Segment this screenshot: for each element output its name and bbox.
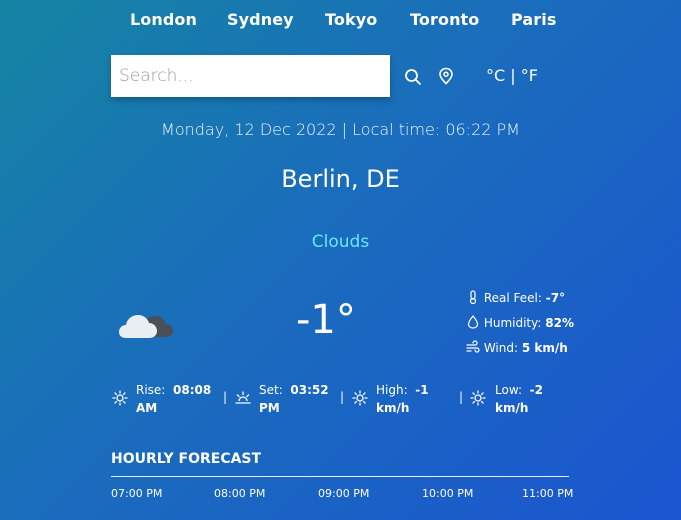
unit-toggle: °C | °F — [486, 66, 538, 85]
sunset-label: Set: — [259, 383, 283, 397]
sunrise-info: Rise: 08:08 AM — [136, 381, 211, 417]
hourly-time: 10:00 PM — [422, 487, 474, 500]
humidity-label: Humidity: — [483, 316, 542, 330]
low-temp-info: Low: -2 km/h — [495, 381, 543, 417]
high-label: High: — [376, 383, 408, 397]
hourly-time: 09:00 PM — [318, 487, 370, 500]
separator: | — [223, 390, 228, 404]
city-button-paris[interactable]: Paris — [511, 10, 557, 29]
humidity-value: 82% — [545, 316, 574, 330]
real-feel-label: Real Feel: — [483, 291, 542, 305]
hourly-forecast-title: HOURLY FORECAST — [111, 451, 262, 467]
celsius-button[interactable]: °C — [486, 66, 505, 85]
local-date-time: Monday, 12 Dec 2022 | Local time: 06:22 … — [161, 120, 520, 139]
real-feel-value: -7° — [545, 291, 566, 305]
wind-row: Wind: 5 km/h — [466, 340, 568, 355]
search-input[interactable] — [111, 55, 390, 97]
wind-value: 5 km/h — [521, 341, 568, 355]
separator: | — [340, 390, 345, 404]
real-feel-row: Real Feel: -7° — [466, 290, 565, 305]
sunset-icon — [235, 391, 251, 404]
search-icon[interactable] — [404, 68, 422, 86]
sun-low-icon — [470, 390, 486, 406]
unit-separator: | — [510, 66, 516, 85]
high-value: -1 — [415, 383, 429, 397]
city-button-tokyo[interactable]: Tokyo — [325, 10, 377, 29]
separator: | — [459, 390, 464, 404]
sunset-time: 03:52 — [290, 383, 329, 397]
thermometer-icon — [469, 290, 477, 305]
clouds-icon — [119, 315, 173, 338]
wind-icon — [466, 340, 480, 353]
low-value: -2 — [529, 383, 544, 397]
hourly-time: 11:00 PM — [522, 487, 574, 500]
weather-condition: Clouds — [311, 232, 370, 252]
location-pin-icon[interactable] — [438, 67, 454, 85]
current-temperature: -1° — [296, 297, 356, 343]
high-temp-info: High: -1 km/h — [376, 381, 429, 417]
divider — [111, 476, 569, 477]
fahrenheit-button[interactable]: °F — [521, 66, 538, 85]
hourly-time: 08:00 PM — [214, 487, 266, 500]
top-cities-bar: London Sydney Tokyo Toronto Paris — [0, 10, 681, 34]
humidity-row: Humidity: 82% — [466, 315, 574, 330]
sunrise-icon — [112, 390, 128, 406]
city-button-sydney[interactable]: Sydney — [227, 10, 294, 29]
sunrise-time: 08:08 — [173, 383, 212, 397]
sunrise-label: Rise: — [136, 383, 166, 397]
low-label: Low: — [495, 383, 523, 397]
low-unit: km/h — [495, 401, 529, 415]
high-unit: km/h — [376, 401, 410, 415]
wind-label: Wind: — [483, 341, 519, 355]
location-title: Berlin, DE — [281, 165, 400, 193]
droplet-icon — [467, 315, 479, 329]
sunset-ampm: PM — [259, 401, 280, 415]
sunset-info: Set: 03:52 PM — [259, 381, 329, 417]
hourly-time: 07:00 PM — [111, 487, 163, 500]
sun-high-icon — [352, 390, 368, 406]
city-button-london[interactable]: London — [130, 10, 197, 29]
sunrise-ampm: AM — [136, 401, 158, 415]
city-button-toronto[interactable]: Toronto — [410, 10, 479, 29]
